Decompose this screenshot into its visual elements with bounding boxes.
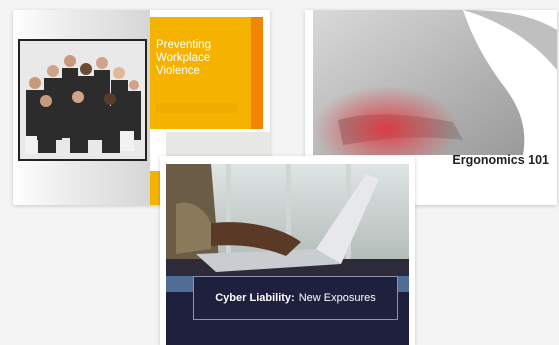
course-title: Preventing Workplace Violence [156, 39, 211, 77]
title-rest: New Exposures [298, 292, 376, 304]
laptop-typing-photo [166, 164, 409, 284]
group-of-people-photo [18, 39, 147, 161]
accent-strip [251, 17, 263, 129]
back-pain-photo [313, 10, 557, 155]
course-title: Ergonomics 101 [452, 153, 549, 167]
course-title: Cyber Liability: New Exposures [193, 276, 398, 320]
title-bold: Cyber Liability: [215, 292, 295, 304]
subtitle-bar [156, 103, 238, 113]
caption-accent-left [166, 276, 194, 292]
course-card-cyber-liability[interactable]: Cyber Liability: New Exposures [160, 156, 415, 345]
